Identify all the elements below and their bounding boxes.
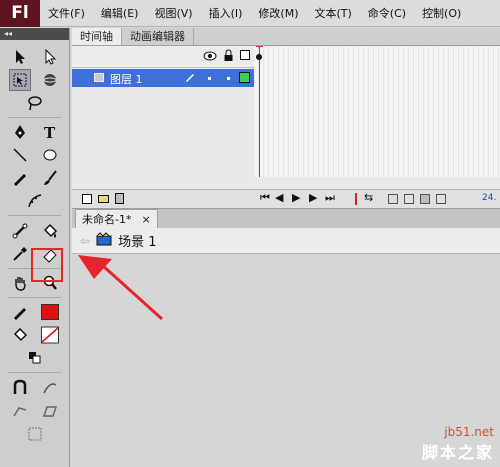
menu-edit[interactable]: 编辑(E) [93, 0, 147, 27]
fill-color-bucket-icon [9, 324, 31, 346]
lasso-tool-icon[interactable] [24, 92, 46, 114]
timeline-tabs: 时间轴 动画编辑器 [72, 28, 500, 46]
lock-icon[interactable] [223, 49, 234, 65]
watermark-brand: 脚本之家 [421, 443, 494, 462]
step-back-icon[interactable]: ◀ [275, 191, 283, 204]
menu-insert[interactable]: 插入(I) [201, 0, 251, 27]
menu-file[interactable]: 文件(F) [40, 0, 93, 27]
rotate-skew-icon[interactable] [39, 400, 61, 422]
oval-tool-icon[interactable] [39, 144, 61, 166]
menu-modify[interactable]: 修改(M) [250, 0, 306, 27]
pen-tool-icon[interactable] [9, 121, 31, 143]
play-icon[interactable]: ▶ [292, 191, 300, 204]
tools-panel: ◂◂ T [0, 28, 70, 467]
flash-window: Fl 文件(F) 编辑(E) 视图(V) 插入(I) 修改(M) 文本(T) 命… [0, 0, 500, 467]
free-transform-tool-icon[interactable] [8, 69, 31, 91]
pencil-tool-icon[interactable] [9, 167, 31, 189]
app-logo: Fl [0, 0, 40, 27]
tab-timeline[interactable]: 时间轴 [72, 28, 122, 45]
lock-dot[interactable] [227, 77, 230, 80]
menu-control[interactable]: 控制(O) [414, 0, 469, 27]
menu-commands[interactable]: 命令(C) [360, 0, 414, 27]
pencil-icon [184, 71, 196, 86]
scale-icon[interactable] [24, 423, 46, 445]
frames-area[interactable] [254, 47, 500, 177]
document-tabs: 未命名-1* × [72, 208, 500, 228]
bone-tool-icon[interactable] [9, 220, 31, 242]
menu-bar: Fl 文件(F) 编辑(E) 视图(V) 插入(I) 修改(M) 文本(T) 命… [0, 0, 500, 27]
scene-icon [96, 232, 112, 249]
modify-markers-icon[interactable] [436, 194, 446, 204]
delete-layer-icon[interactable] [115, 193, 124, 204]
onion-skin-icon[interactable] [388, 194, 398, 204]
svg-text:T: T [44, 124, 56, 141]
stroke-color-pencil-icon [9, 301, 31, 323]
watermark: jb51.net 脚本之家 [422, 425, 494, 463]
text-tool-icon[interactable]: T [39, 121, 61, 143]
keyframe[interactable] [256, 54, 262, 60]
straighten-icon[interactable] [9, 400, 31, 422]
subselection-tool-icon[interactable] [39, 46, 61, 68]
new-layer-icon[interactable] [82, 194, 92, 204]
brush-tool-icon[interactable] [39, 167, 61, 189]
stroke-color-swatch[interactable] [39, 301, 61, 323]
timeline-panel: 时间轴 动画编辑器 1 5 10 15 20 25 30 35 40 [72, 28, 500, 208]
watermark-site: jb51.net [444, 425, 494, 439]
tools-panel-collapse[interactable]: ◂◂ [0, 28, 69, 40]
visibility-dot[interactable] [208, 77, 211, 80]
scene-name[interactable]: 场景 1 [118, 231, 156, 250]
tab-motion-editor[interactable]: 动画编辑器 [122, 28, 194, 45]
goto-first-frame-icon[interactable]: ⏮ [260, 191, 270, 205]
outline-icon[interactable] [240, 50, 250, 60]
step-forward-icon[interactable]: ▶ [309, 191, 317, 204]
breadcrumb: ⇦ 场景 1 [72, 228, 500, 254]
edit-multiple-frames-icon[interactable] [420, 194, 430, 204]
loop-icon[interactable]: ⇆ [364, 191, 373, 204]
new-folder-icon[interactable] [98, 195, 109, 203]
fill-color-swatch[interactable] [39, 324, 61, 346]
menu-view[interactable]: 视图(V) [146, 0, 200, 27]
eye-icon[interactable] [203, 50, 217, 65]
document-tab[interactable]: 未命名-1* × [75, 209, 158, 228]
layer-row[interactable]: 图层 1 [72, 69, 500, 87]
smooth-icon[interactable] [39, 377, 61, 399]
snap-to-objects-icon[interactable] [9, 377, 31, 399]
deco-tool-icon[interactable] [24, 190, 46, 212]
menu-text[interactable]: 文本(T) [306, 0, 359, 27]
annotation-highlight-box [31, 248, 63, 282]
layer-name[interactable]: 图层 1 [110, 71, 143, 87]
playhead-line [259, 47, 260, 177]
timeline-bottom-bar: ⏮ ◀ ▶ ▶ ⏭ ⇆ 24. [72, 189, 500, 208]
stage-area[interactable]: jb51.net 脚本之家 [72, 255, 500, 467]
paint-bucket-tool-icon[interactable] [39, 220, 61, 242]
document-tab-title: 未命名-1* [82, 213, 132, 226]
black-white-icon[interactable] [24, 347, 46, 369]
selection-tool-icon[interactable] [9, 46, 31, 68]
3d-rotation-tool-icon[interactable] [39, 69, 61, 91]
hand-tool-icon[interactable] [9, 272, 31, 294]
back-arrow-icon[interactable]: ⇦ [80, 234, 90, 248]
center-frame-icon[interactable] [355, 193, 357, 205]
layer-color-box[interactable] [239, 72, 250, 83]
eyedropper-tool-icon[interactable] [9, 243, 31, 265]
onion-outline-icon[interactable] [404, 194, 414, 204]
fps-readout[interactable]: 24. [482, 193, 496, 203]
goto-last-frame-icon[interactable]: ⏭ [325, 191, 335, 205]
close-icon[interactable]: × [141, 210, 150, 228]
line-tool-icon[interactable] [9, 144, 31, 166]
layer-icon [94, 73, 104, 82]
